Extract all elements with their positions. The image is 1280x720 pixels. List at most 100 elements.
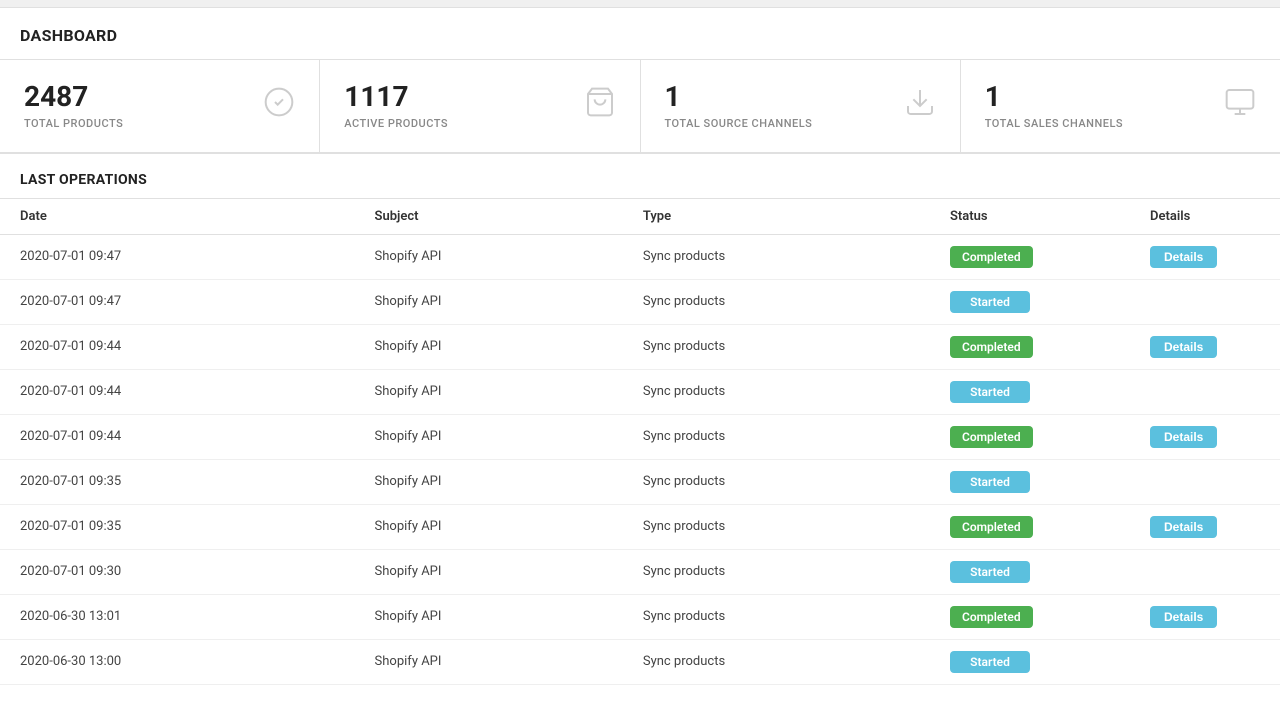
- status-badge: Started: [950, 381, 1030, 403]
- cell-subject: Shopify API: [355, 549, 623, 594]
- col-header-status: Status: [930, 198, 1130, 234]
- status-badge: Started: [950, 561, 1030, 583]
- table-row: 2020-06-30 13:00 Shopify API Sync produc…: [0, 639, 1280, 684]
- cell-status: Completed: [930, 504, 1130, 549]
- cell-details: Details: [1130, 324, 1280, 369]
- cell-date: 2020-07-01 09:44: [0, 414, 355, 459]
- stat-card-total-sales-channels: 1 TOTAL SALES CHANNELS: [961, 60, 1280, 152]
- operations-table: Date Subject Type Status Details 2020-07…: [0, 198, 1280, 685]
- details-button[interactable]: Details: [1150, 426, 1217, 448]
- status-badge: Completed: [950, 426, 1033, 448]
- status-badge: Started: [950, 291, 1030, 313]
- cell-status: Started: [930, 549, 1130, 594]
- status-badge: Started: [950, 471, 1030, 493]
- details-button[interactable]: Details: [1150, 246, 1217, 268]
- cell-subject: Shopify API: [355, 414, 623, 459]
- table-row: 2020-07-01 09:35 Shopify API Sync produc…: [0, 459, 1280, 504]
- stat-label-active-products: ACTIVE PRODUCTS: [344, 117, 448, 130]
- cell-date: 2020-07-01 09:44: [0, 324, 355, 369]
- cell-status: Started: [930, 369, 1130, 414]
- col-header-subject: Subject: [355, 198, 623, 234]
- cell-type: Sync products: [623, 369, 930, 414]
- stat-label-total-source-channels: TOTAL SOURCE CHANNELS: [665, 117, 813, 130]
- stats-row: 2487 TOTAL PRODUCTS 1117 ACTIVE PRODUCTS: [0, 60, 1280, 154]
- table-row: 2020-07-01 09:30 Shopify API Sync produc…: [0, 549, 1280, 594]
- stat-card-total-source-channels: 1 TOTAL SOURCE CHANNELS: [641, 60, 961, 152]
- col-header-details: Details: [1130, 198, 1280, 234]
- cell-details: Details: [1130, 504, 1280, 549]
- cell-subject: Shopify API: [355, 369, 623, 414]
- cell-details: [1130, 459, 1280, 504]
- cell-subject: Shopify API: [355, 279, 623, 324]
- cell-type: Sync products: [623, 639, 930, 684]
- cell-status: Completed: [930, 234, 1130, 279]
- cell-status: Started: [930, 279, 1130, 324]
- top-bar: [0, 0, 1280, 8]
- cell-details: [1130, 369, 1280, 414]
- cart-icon: [584, 86, 616, 125]
- section-header-last-operations: LAST OPERATIONS: [0, 154, 1280, 198]
- cell-details: [1130, 549, 1280, 594]
- stat-number-active-products: 1117: [344, 82, 448, 113]
- cell-type: Sync products: [623, 324, 930, 369]
- cell-details: Details: [1130, 594, 1280, 639]
- stat-number-total-products: 2487: [24, 82, 123, 113]
- cell-details: Details: [1130, 234, 1280, 279]
- cell-type: Sync products: [623, 234, 930, 279]
- cell-date: 2020-07-01 09:47: [0, 234, 355, 279]
- cell-details: [1130, 639, 1280, 684]
- status-badge: Completed: [950, 516, 1033, 538]
- stat-label-total-sales-channels: TOTAL SALES CHANNELS: [985, 117, 1123, 130]
- stat-left-total-source-channels: 1 TOTAL SOURCE CHANNELS: [665, 82, 813, 130]
- stat-label-total-products: TOTAL PRODUCTS: [24, 117, 123, 130]
- details-button[interactable]: Details: [1150, 606, 1217, 628]
- page-header: DASHBOARD: [0, 8, 1280, 60]
- stat-card-total-products: 2487 TOTAL PRODUCTS: [0, 60, 320, 152]
- cell-status: Completed: [930, 594, 1130, 639]
- download-icon: [904, 86, 936, 125]
- status-badge: Completed: [950, 606, 1033, 628]
- cell-type: Sync products: [623, 549, 930, 594]
- cell-type: Sync products: [623, 414, 930, 459]
- table-row: 2020-07-01 09:35 Shopify API Sync produc…: [0, 504, 1280, 549]
- cell-type: Sync products: [623, 279, 930, 324]
- cell-date: 2020-06-30 13:00: [0, 639, 355, 684]
- col-header-date: Date: [0, 198, 355, 234]
- sales-icon: [1224, 86, 1256, 125]
- cell-date: 2020-07-01 09:44: [0, 369, 355, 414]
- cell-date: 2020-07-01 09:35: [0, 459, 355, 504]
- details-button[interactable]: Details: [1150, 336, 1217, 358]
- status-badge: Started: [950, 651, 1030, 673]
- cell-subject: Shopify API: [355, 594, 623, 639]
- page-title: DASHBOARD: [20, 26, 117, 45]
- page-wrapper: DASHBOARD 2487 TOTAL PRODUCTS 1117 ACTIV…: [0, 0, 1280, 720]
- check-circle-icon: [263, 86, 295, 125]
- table-row: 2020-07-01 09:47 Shopify API Sync produc…: [0, 234, 1280, 279]
- cell-subject: Shopify API: [355, 459, 623, 504]
- table-row: 2020-07-01 09:44 Shopify API Sync produc…: [0, 414, 1280, 459]
- stat-card-active-products: 1117 ACTIVE PRODUCTS: [320, 60, 640, 152]
- cell-type: Sync products: [623, 459, 930, 504]
- cell-date: 2020-07-01 09:47: [0, 279, 355, 324]
- stat-left-total-products: 2487 TOTAL PRODUCTS: [24, 82, 123, 130]
- cell-date: 2020-07-01 09:30: [0, 549, 355, 594]
- stat-number-total-sales-channels: 1: [985, 82, 1123, 113]
- status-badge: Completed: [950, 246, 1033, 268]
- cell-status: Completed: [930, 324, 1130, 369]
- details-button[interactable]: Details: [1150, 516, 1217, 538]
- cell-status: Started: [930, 459, 1130, 504]
- col-header-type: Type: [623, 198, 930, 234]
- cell-details: [1130, 279, 1280, 324]
- cell-status: Started: [930, 639, 1130, 684]
- table-row: 2020-07-01 09:44 Shopify API Sync produc…: [0, 324, 1280, 369]
- cell-date: 2020-07-01 09:35: [0, 504, 355, 549]
- table-row: 2020-07-01 09:47 Shopify API Sync produc…: [0, 279, 1280, 324]
- stat-left-total-sales-channels: 1 TOTAL SALES CHANNELS: [985, 82, 1123, 130]
- cell-type: Sync products: [623, 504, 930, 549]
- cell-type: Sync products: [623, 594, 930, 639]
- cell-subject: Shopify API: [355, 234, 623, 279]
- stat-left-active-products: 1117 ACTIVE PRODUCTS: [344, 82, 448, 130]
- cell-status: Completed: [930, 414, 1130, 459]
- table-row: 2020-06-30 13:01 Shopify API Sync produc…: [0, 594, 1280, 639]
- cell-subject: Shopify API: [355, 639, 623, 684]
